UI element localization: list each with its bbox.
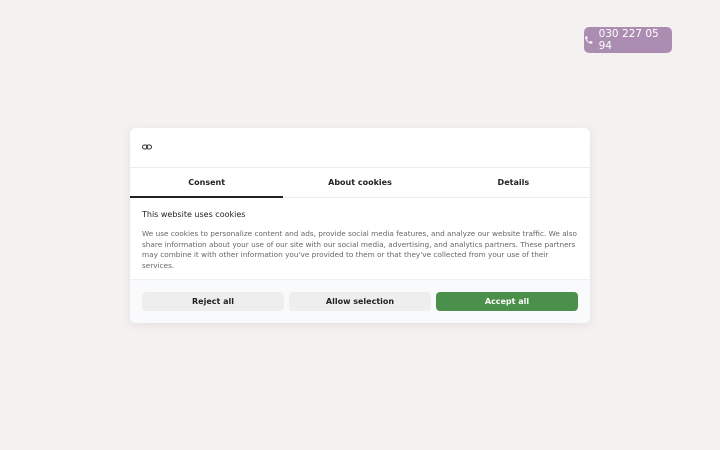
tab-consent-label: Consent [188, 178, 226, 187]
phone-icon [585, 36, 593, 44]
dialog-tabs: Consent About cookies Details [130, 168, 590, 198]
tab-about-cookies-label: About cookies [328, 178, 392, 187]
accept-all-button[interactable]: Accept all [436, 292, 578, 311]
dialog-footer: Reject all Allow selection Accept all [130, 280, 590, 323]
allow-selection-button[interactable]: Allow selection [289, 292, 431, 311]
tab-details[interactable]: Details [437, 168, 590, 197]
tab-about-cookies[interactable]: About cookies [283, 168, 436, 197]
dialog-title: This website uses cookies [142, 210, 246, 219]
dialog-description: We use cookies to personalize content an… [142, 229, 577, 270]
dialog-header [130, 128, 590, 168]
phone-number: 030 227 05 94 [598, 28, 659, 52]
tab-consent[interactable]: Consent [130, 168, 284, 198]
dialog-body: This website uses cookies We use cookies… [130, 198, 590, 280]
cookie-link-icon [142, 144, 152, 150]
reject-all-button[interactable]: Reject all [142, 292, 284, 311]
tab-details-label: Details [497, 178, 530, 187]
cookie-consent-dialog: Consent About cookies Details This websi… [130, 128, 590, 323]
phone-button[interactable]: 030 227 05 94 [584, 27, 672, 53]
